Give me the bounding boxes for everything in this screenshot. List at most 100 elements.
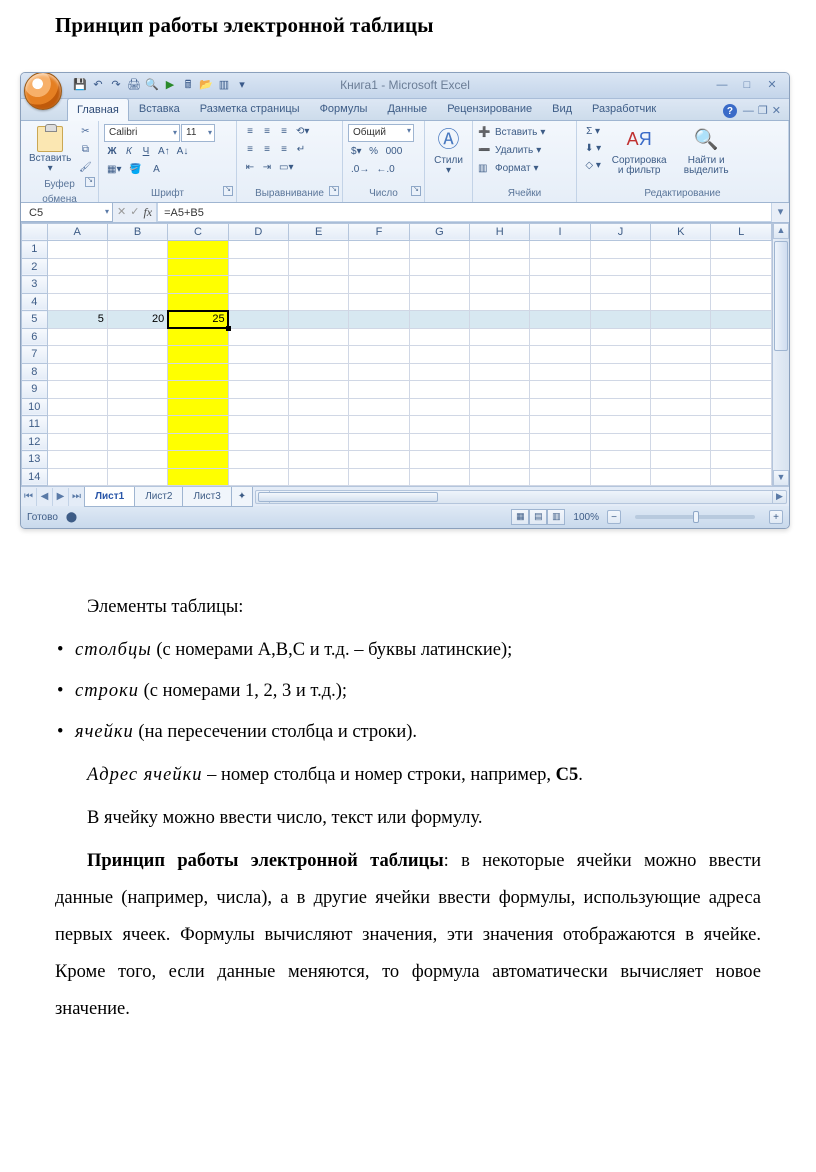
comma-icon[interactable]: 000: [383, 144, 406, 160]
tab-nav-first-icon[interactable]: ⏮: [21, 488, 37, 506]
cell[interactable]: [168, 258, 228, 276]
doc-close-icon[interactable]: ✕: [772, 103, 781, 120]
cell[interactable]: [651, 398, 711, 416]
cell[interactable]: [590, 468, 650, 486]
cell[interactable]: [47, 381, 107, 399]
find-select-button[interactable]: 🔍 Найти и выделить: [674, 124, 738, 178]
cell[interactable]: [711, 293, 772, 311]
cell[interactable]: [711, 468, 772, 486]
cell[interactable]: [651, 328, 711, 346]
row-header[interactable]: 5: [22, 311, 48, 329]
cell[interactable]: [47, 433, 107, 451]
spreadsheet-grid[interactable]: ABCDEFGHIJKL123455202567891011121314: [21, 223, 772, 487]
cell[interactable]: [107, 416, 167, 434]
preview-icon[interactable]: 🔍: [144, 77, 160, 93]
insert-cells-button[interactable]: ➕Вставить ▾: [478, 124, 545, 141]
cell[interactable]: [711, 416, 772, 434]
number-format-select[interactable]: Общий: [348, 124, 414, 142]
zoom-out-icon[interactable]: −: [607, 510, 621, 524]
new-icon[interactable]: ▥: [216, 77, 232, 93]
cell[interactable]: [349, 416, 409, 434]
shrink-font-icon[interactable]: A↓: [174, 144, 192, 160]
cell[interactable]: [651, 258, 711, 276]
horizontal-scrollbar[interactable]: ◀ ▶: [255, 490, 787, 504]
paste-button[interactable]: Вставить▾: [26, 124, 74, 176]
cell[interactable]: [168, 433, 228, 451]
cell[interactable]: [168, 328, 228, 346]
col-header[interactable]: I: [530, 223, 590, 241]
col-header[interactable]: B: [107, 223, 167, 241]
cell[interactable]: [349, 346, 409, 364]
cell[interactable]: 5: [47, 311, 107, 329]
cell[interactable]: [168, 398, 228, 416]
orientation-icon[interactable]: ⟲▾: [293, 124, 312, 140]
cell[interactable]: [288, 451, 348, 469]
cell[interactable]: [228, 398, 288, 416]
cell[interactable]: [107, 468, 167, 486]
tab-nav-next-icon[interactable]: ▶: [53, 488, 69, 506]
cell[interactable]: [168, 346, 228, 364]
sort-filter-button[interactable]: АЯ Сортировка и фильтр: [607, 124, 671, 178]
font-color-icon[interactable]: A: [146, 162, 166, 178]
cell[interactable]: [711, 381, 772, 399]
cell[interactable]: [107, 398, 167, 416]
italic-button[interactable]: К: [121, 144, 137, 160]
col-header[interactable]: K: [651, 223, 711, 241]
cell[interactable]: 20: [107, 311, 167, 329]
cell[interactable]: [530, 433, 590, 451]
cell[interactable]: [288, 363, 348, 381]
cell[interactable]: [228, 258, 288, 276]
cell[interactable]: [530, 258, 590, 276]
cell[interactable]: [409, 258, 469, 276]
cell[interactable]: [168, 416, 228, 434]
cell[interactable]: [590, 311, 650, 329]
tab-data[interactable]: Данные: [377, 97, 437, 120]
formula-input[interactable]: =A5+B5: [157, 203, 771, 222]
cell[interactable]: [107, 328, 167, 346]
cell[interactable]: [228, 276, 288, 294]
cell[interactable]: [47, 398, 107, 416]
cell[interactable]: [349, 276, 409, 294]
cell[interactable]: [530, 276, 590, 294]
cell[interactable]: [470, 293, 530, 311]
format-painter-icon[interactable]: 🖌: [77, 160, 93, 176]
cell[interactable]: [288, 276, 348, 294]
align-right-icon[interactable]: ≡: [276, 142, 292, 158]
cell[interactable]: [107, 293, 167, 311]
cell[interactable]: [470, 468, 530, 486]
cell[interactable]: [47, 363, 107, 381]
cancel-formula-icon[interactable]: ✕: [117, 204, 126, 221]
col-header[interactable]: A: [47, 223, 107, 241]
calc-icon[interactable]: 🖩: [180, 77, 196, 93]
row-header[interactable]: 2: [22, 258, 48, 276]
cell[interactable]: [107, 363, 167, 381]
cell[interactable]: [47, 416, 107, 434]
currency-icon[interactable]: $▾: [348, 144, 365, 160]
cell[interactable]: [470, 433, 530, 451]
align-mid-icon[interactable]: ≡: [259, 124, 275, 140]
cell[interactable]: [530, 468, 590, 486]
cell[interactable]: [107, 346, 167, 364]
help-icon[interactable]: ?: [723, 104, 737, 118]
cell[interactable]: [228, 293, 288, 311]
cell[interactable]: [651, 276, 711, 294]
sheet-tab-3[interactable]: Лист3: [182, 487, 231, 507]
cell[interactable]: [409, 293, 469, 311]
cell[interactable]: [349, 468, 409, 486]
cell[interactable]: [409, 433, 469, 451]
cell[interactable]: [409, 381, 469, 399]
cell[interactable]: [590, 451, 650, 469]
cell[interactable]: [711, 398, 772, 416]
name-box[interactable]: C5: [21, 203, 113, 222]
cell[interactable]: [47, 328, 107, 346]
row-header[interactable]: 11: [22, 416, 48, 434]
cell[interactable]: [711, 346, 772, 364]
cell[interactable]: [590, 293, 650, 311]
cell[interactable]: [288, 346, 348, 364]
sheet-tab-1[interactable]: Лист1: [84, 487, 135, 507]
scroll-right-icon[interactable]: ▶: [772, 491, 786, 503]
cell[interactable]: [288, 398, 348, 416]
cell[interactable]: [47, 276, 107, 294]
indent-inc-icon[interactable]: ⇥: [259, 160, 275, 176]
cell[interactable]: [228, 381, 288, 399]
